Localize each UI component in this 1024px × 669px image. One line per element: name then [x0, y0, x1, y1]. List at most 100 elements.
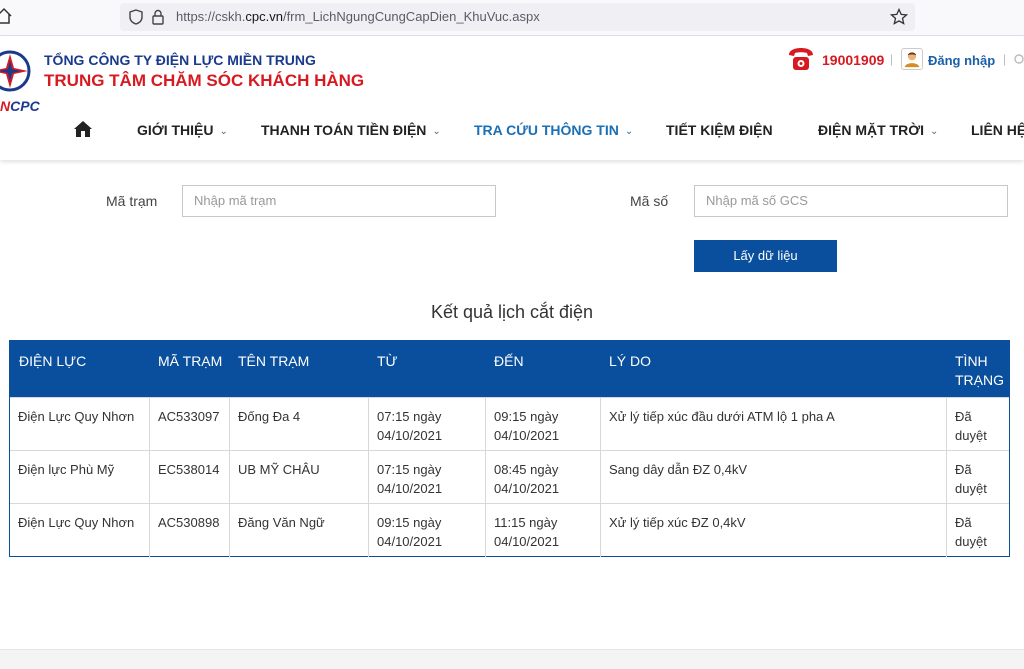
cell-dien-luc: Điện Lực Quy Nhơn	[10, 504, 150, 557]
evn-logo-icon[interactable]	[0, 46, 36, 96]
nav-label: LIÊN HỆ	[971, 122, 1024, 138]
cell-tinh-trang: Đã duyệt	[947, 451, 1009, 504]
center-name: TRUNG TÂM CHĂM SÓC KHÁCH HÀNG	[44, 71, 365, 90]
cell-den-time: 08:45 ngày	[494, 462, 559, 477]
chevron-down-icon: ⌄	[432, 126, 441, 137]
table-row: Điện Lực Quy Nhơn AC530898 Đăng Văn Ngữ …	[10, 503, 1009, 557]
login-link[interactable]: Đăng nhập	[928, 53, 995, 68]
header-separator: |	[890, 52, 894, 66]
nav-label: ĐIỆN MẶT TRỜI	[818, 122, 925, 138]
url-text[interactable]: https://cskh.cpc.vn/frm_LichNgungCungCap…	[176, 9, 540, 24]
nav-home-icon[interactable]	[73, 120, 93, 138]
cell-den-time: 11:15 ngày	[494, 515, 558, 530]
cell-ly-do: Xử lý tiếp xúc đầu dưới ATM lộ 1 pha A	[601, 398, 947, 451]
nav-item-tiet-kiem[interactable]: TIẾT KIỆM ĐIỆN	[666, 122, 773, 138]
col-tinh-trang-line2: TRẠNG	[955, 372, 1004, 388]
cell-den-time: 09:15 ngày	[494, 409, 559, 424]
station-code-input[interactable]: Nhập mã trạm	[182, 185, 496, 217]
cell-tu-date: 04/10/2021	[377, 428, 443, 443]
table-row: Điện Lực Quy Nhơn AC533097 Đống Đa 4 07:…	[10, 397, 1009, 451]
shield-icon[interactable]	[129, 9, 143, 25]
cell-ten-tram: Đống Đa 4	[230, 398, 369, 451]
col-ten-tram: TÊN TRẠM	[238, 353, 310, 369]
cell-dien-luc: Điện lực Phù Mỹ	[10, 451, 150, 504]
nav-item-tra-cuu[interactable]: TRA CỨU THÔNG TIN ⌄	[474, 122, 633, 138]
table-row: Điện lực Phù Mỹ EC538014 UB MỸ CHÂU 07:1…	[10, 450, 1009, 504]
home-icon[interactable]	[0, 7, 12, 25]
col-tinh-trang-line1: TÌNH	[955, 353, 988, 369]
chevron-down-icon: ⌄	[219, 126, 228, 137]
code-input[interactable]: Nhập mã số GCS	[694, 185, 1008, 217]
chevron-down-icon: ⌄	[624, 126, 634, 137]
cell-den: 09:15 ngày 04/10/2021	[486, 398, 601, 451]
url-prefix: https://cskh.	[176, 9, 246, 24]
station-code-label: Mã trạm	[106, 193, 158, 209]
address-bar[interactable]: https://cskh.cpc.vn/frm_LichNgungCungCap…	[120, 3, 915, 31]
cell-tu: 07:15 ngày 04/10/2021	[369, 398, 486, 451]
col-ly-do: LÝ DO	[609, 353, 652, 369]
nav-label: TIẾT KIỆM ĐIỆN	[666, 122, 773, 138]
hotline-number[interactable]: 19001909	[822, 52, 884, 68]
url-domain: cpc.vn	[245, 9, 283, 24]
cell-tinh-trang: Đã duyệt	[947, 398, 1009, 451]
cell-ma-tram: EC538014	[150, 451, 230, 504]
nav-label: GIỚI THIỆU	[137, 122, 214, 138]
chevron-down-icon: ⌄	[930, 126, 939, 137]
nav-item-thanh-toan[interactable]: THANH TOÁN TIỀN ĐIỆN ⌄	[261, 122, 441, 138]
get-data-button[interactable]: Lấy dữ liệu	[694, 240, 837, 272]
outage-schedule-table: ĐIỆN LỰC MÃ TRẠM TÊN TRẠM TỪ ĐẾN LÝ DO T…	[9, 340, 1010, 557]
cell-tinh-trang-1: Đã	[955, 409, 972, 424]
logo-text-n: N	[0, 98, 11, 114]
main-nav: GIỚI THIỆU ⌄ THANH TOÁN TIỀN ĐIỆN ⌄ TRA CỨ…	[0, 120, 1024, 142]
cell-ly-do: Xử lý tiếp xúc ĐZ 0,4kV	[601, 504, 947, 557]
browser-toolbar: https://cskh.cpc.vn/frm_LichNgungCungCap…	[0, 0, 1024, 36]
cell-den-date: 04/10/2021	[494, 428, 560, 443]
cell-ly-do: Sang dây dẫn ĐZ 0,4kV	[601, 451, 947, 504]
cell-tinh-trang-2: duyệt	[955, 428, 987, 443]
cell-den: 11:15 ngày 04/10/2021	[486, 504, 601, 557]
cell-ten-tram: Đăng Văn Ngữ	[230, 504, 369, 557]
cell-ten-tram: UB MỸ CHÂU	[230, 451, 369, 504]
site-header: NCPC TỔNG CÔNG TY ĐIỆN LỰC MIỀN TRUNG TR…	[0, 36, 1024, 160]
user-icon[interactable]	[901, 48, 923, 70]
col-den: ĐẾN	[494, 353, 524, 369]
cell-ma-tram: AC533097	[150, 398, 230, 451]
cell-tu-date: 04/10/2021	[377, 481, 443, 496]
cell-den: 08:45 ngày 04/10/2021	[486, 451, 601, 504]
nav-label: THANH TOÁN TIỀN ĐIỆN	[261, 122, 427, 138]
nav-label: TRA CỨU THÔNG TIN	[474, 122, 619, 138]
cell-tu: 07:15 ngày 04/10/2021	[369, 451, 486, 504]
cell-tu: 09:15 ngày 04/10/2021	[369, 504, 486, 557]
results-title: Kết quả lịch cắt điện	[430, 302, 594, 322]
search-icon[interactable]	[1014, 54, 1024, 66]
cell-tinh-trang-1: Đã	[955, 515, 972, 530]
cell-tinh-trang: Đã duyệt	[947, 504, 1009, 557]
col-tu: TỪ	[377, 353, 398, 369]
code-label: Mã số	[630, 193, 669, 209]
cell-tu-time: 07:15 ngày	[377, 409, 442, 424]
nav-item-lien-he[interactable]: LIÊN HỆ	[971, 122, 1024, 138]
footer-strip	[0, 649, 1024, 669]
nav-item-gioi-thieu[interactable]: GIỚI THIỆU ⌄	[137, 122, 228, 138]
col-tinh-trang: TÌNH TRẠNG	[955, 352, 1004, 390]
cell-den-date: 04/10/2021	[494, 481, 560, 496]
nav-item-dien-mat-troi[interactable]: ĐIỆN MẶT TRỜI ⌄	[818, 122, 938, 138]
logo-text-cpc: CPC	[10, 98, 40, 114]
cell-tinh-trang-1: Đã	[955, 462, 972, 477]
cell-tu-time: 07:15 ngày	[377, 462, 442, 477]
cell-den-date: 04/10/2021	[494, 534, 560, 549]
url-path: /frm_LichNgungCungCapDien_KhuVuc.aspx	[282, 9, 540, 24]
cell-tu-date: 04/10/2021	[377, 534, 443, 549]
table-header: ĐIỆN LỰC MÃ TRẠM TÊN TRẠM TỪ ĐẾN LÝ DO T…	[10, 341, 1009, 397]
cell-tinh-trang-2: duyệt	[955, 534, 987, 549]
star-icon[interactable]	[890, 8, 908, 26]
logo-text[interactable]: NCPC	[0, 98, 40, 114]
cell-dien-luc: Điện Lực Quy Nhơn	[10, 398, 150, 451]
header-separator: |	[1003, 52, 1007, 66]
cell-tu-time: 09:15 ngày	[377, 515, 442, 530]
col-ma-tram: MÃ TRẠM	[158, 353, 223, 369]
cell-ma-tram: AC530898	[150, 504, 230, 557]
phone-icon	[789, 48, 813, 70]
lock-icon[interactable]	[152, 9, 164, 25]
col-dien-luc: ĐIỆN LỰC	[19, 353, 87, 369]
